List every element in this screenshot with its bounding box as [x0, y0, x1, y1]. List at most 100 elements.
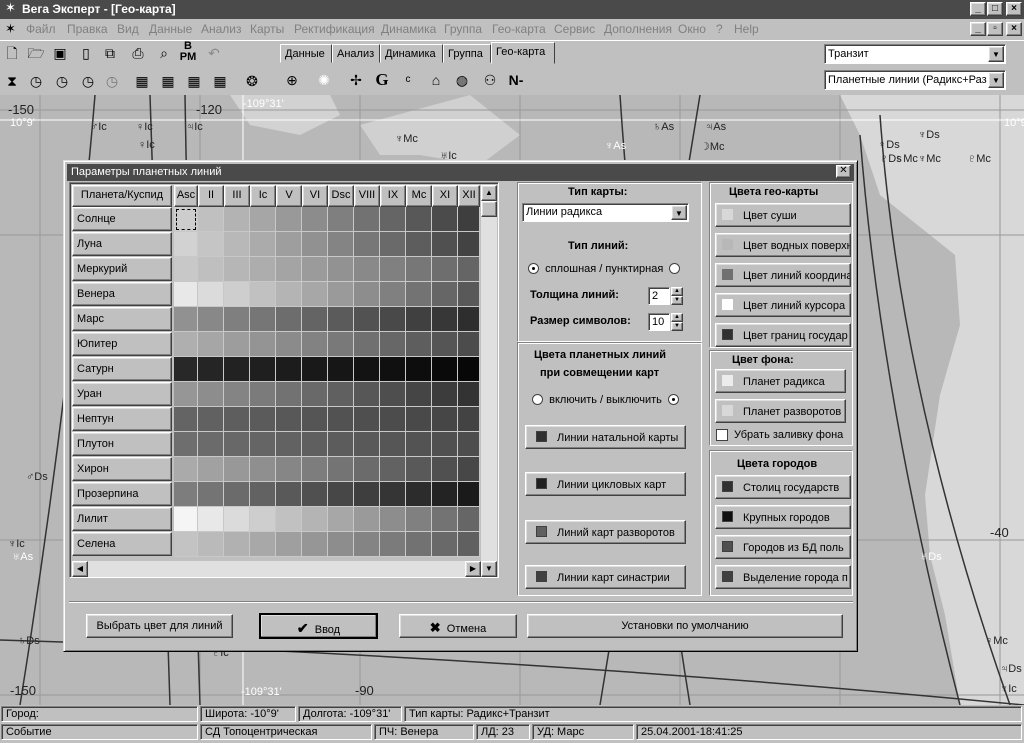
color-cell[interactable]	[174, 407, 198, 432]
menu-dynamics[interactable]: Динамика	[381, 22, 436, 36]
color-cell[interactable]	[354, 357, 380, 382]
color-cell[interactable]	[302, 257, 328, 282]
save-icon[interactable]: ▣	[50, 43, 70, 63]
clock-back-icon[interactable]: ◷	[26, 71, 46, 91]
grid-tool-2-icon[interactable]: ▦	[158, 71, 178, 91]
coord-lines-color-button[interactable]: Цвет линий координа	[715, 263, 851, 287]
color-cell[interactable]	[198, 432, 224, 457]
color-cell[interactable]	[328, 207, 354, 232]
color-cell[interactable]	[276, 282, 302, 307]
color-cell[interactable]	[302, 432, 328, 457]
color-cell[interactable]	[354, 482, 380, 507]
color-cell[interactable]	[276, 407, 302, 432]
vertical-scrollbar-track[interactable]	[481, 201, 497, 561]
color-cell[interactable]	[354, 532, 380, 557]
color-cell[interactable]	[406, 257, 432, 282]
color-cell[interactable]	[302, 232, 328, 257]
menu-analysis[interactable]: Анализ	[201, 22, 242, 36]
menu-group[interactable]: Группа	[444, 22, 482, 36]
bpm-icon[interactable]: B PM	[178, 41, 198, 63]
natal-lines-color-button[interactable]: Линии натальной карты	[525, 425, 686, 449]
cancel-button[interactable]: ✖ Отмена	[399, 614, 517, 638]
scroll-left-button[interactable]: ◀	[72, 561, 88, 577]
color-cell[interactable]	[302, 507, 328, 532]
color-cell[interactable]	[380, 457, 406, 482]
color-cell[interactable]	[198, 357, 224, 382]
color-cell[interactable]	[174, 532, 198, 557]
color-cell[interactable]	[302, 357, 328, 382]
color-cell[interactable]	[174, 457, 198, 482]
color-cell[interactable]	[380, 432, 406, 457]
color-cell[interactable]	[432, 257, 458, 282]
grid-tool-4-icon[interactable]: ▦	[210, 71, 230, 91]
grid-tool-3-icon[interactable]: ▦	[184, 71, 204, 91]
tab-dynamics[interactable]: Динамика	[380, 44, 443, 63]
color-cell[interactable]	[198, 507, 224, 532]
wheel-icon[interactable]: ❂	[242, 71, 262, 91]
north-icon[interactable]: N-	[506, 70, 526, 90]
print-icon[interactable]: ⎙	[128, 43, 148, 63]
defaults-button[interactable]: Установки по умолчанию	[527, 614, 843, 638]
color-cell[interactable]	[250, 307, 276, 332]
scroll-right-button[interactable]: ▶	[465, 561, 481, 577]
color-cell[interactable]	[174, 357, 198, 382]
color-cell[interactable]	[354, 332, 380, 357]
tab-group[interactable]: Группа	[443, 44, 491, 63]
transit-select[interactable]: Транзит ▼	[824, 44, 1006, 64]
color-cell[interactable]	[406, 232, 432, 257]
menu-addons[interactable]: Дополнения	[604, 22, 672, 36]
color-cell[interactable]	[380, 357, 406, 382]
color-cell[interactable]	[224, 307, 250, 332]
color-cell[interactable]	[198, 532, 224, 557]
color-cell[interactable]	[458, 257, 480, 282]
color-cell[interactable]	[458, 482, 480, 507]
color-cell[interactable]	[224, 282, 250, 307]
color-cell[interactable]	[458, 457, 480, 482]
minimize-button[interactable]: _	[970, 2, 986, 16]
color-cell[interactable]	[198, 407, 224, 432]
undo-icon[interactable]: ↶	[204, 43, 224, 63]
color-cell[interactable]	[250, 382, 276, 407]
color-cell[interactable]	[250, 457, 276, 482]
color-cell[interactable]	[328, 507, 354, 532]
color-cell[interactable]	[432, 507, 458, 532]
c-letter-icon[interactable]: c	[398, 70, 418, 90]
doc-minimize-button[interactable]: _	[970, 22, 986, 36]
new-file-icon[interactable]: 🗋	[2, 43, 22, 63]
color-cell[interactable]	[276, 207, 302, 232]
preview-icon[interactable]: ⌕	[154, 43, 174, 63]
color-cell[interactable]	[380, 332, 406, 357]
color-cell[interactable]	[328, 282, 354, 307]
color-cell[interactable]	[328, 407, 354, 432]
color-cell[interactable]	[250, 532, 276, 557]
color-cell[interactable]	[406, 432, 432, 457]
scroll-down-button[interactable]: ▼	[481, 561, 497, 577]
color-grid[interactable]: Планета/Куспид Asc II III Ic V VI Dsc VIII IX Mc X…	[69, 182, 499, 578]
progression-lines-color-button[interactable]: Линий карт разворотов	[525, 520, 686, 544]
color-cell[interactable]	[250, 232, 276, 257]
menu-rectification[interactable]: Ректификация	[294, 22, 375, 36]
symbol-size-stepper[interactable]: ▲ ▼	[671, 313, 683, 331]
capitals-color-button[interactable]: Столиц государств	[715, 475, 851, 499]
menu-file[interactable]: Файл	[26, 22, 56, 36]
color-cell[interactable]	[406, 457, 432, 482]
clock-disabled-icon[interactable]: ◷	[102, 71, 122, 91]
color-cell[interactable]	[432, 382, 458, 407]
color-cell[interactable]	[458, 382, 480, 407]
color-cell[interactable]	[458, 507, 480, 532]
color-cell[interactable]	[328, 357, 354, 382]
city-highlight-color-button[interactable]: Выделение города п	[715, 565, 851, 589]
color-cell[interactable]	[354, 382, 380, 407]
combined-on-radio[interactable]	[532, 394, 543, 405]
color-cell[interactable]	[224, 457, 250, 482]
color-cell[interactable]	[328, 332, 354, 357]
color-cell[interactable]	[432, 407, 458, 432]
color-cell[interactable]	[432, 532, 458, 557]
menu-charts[interactable]: Карты	[250, 22, 284, 36]
color-cell[interactable]	[302, 282, 328, 307]
color-cell[interactable]	[458, 232, 480, 257]
land-color-button[interactable]: Цвет суши	[715, 203, 851, 227]
chevron-down-icon[interactable]: ▼	[988, 72, 1004, 88]
chevron-down-icon[interactable]: ▼	[988, 46, 1004, 62]
color-cell[interactable]	[276, 307, 302, 332]
